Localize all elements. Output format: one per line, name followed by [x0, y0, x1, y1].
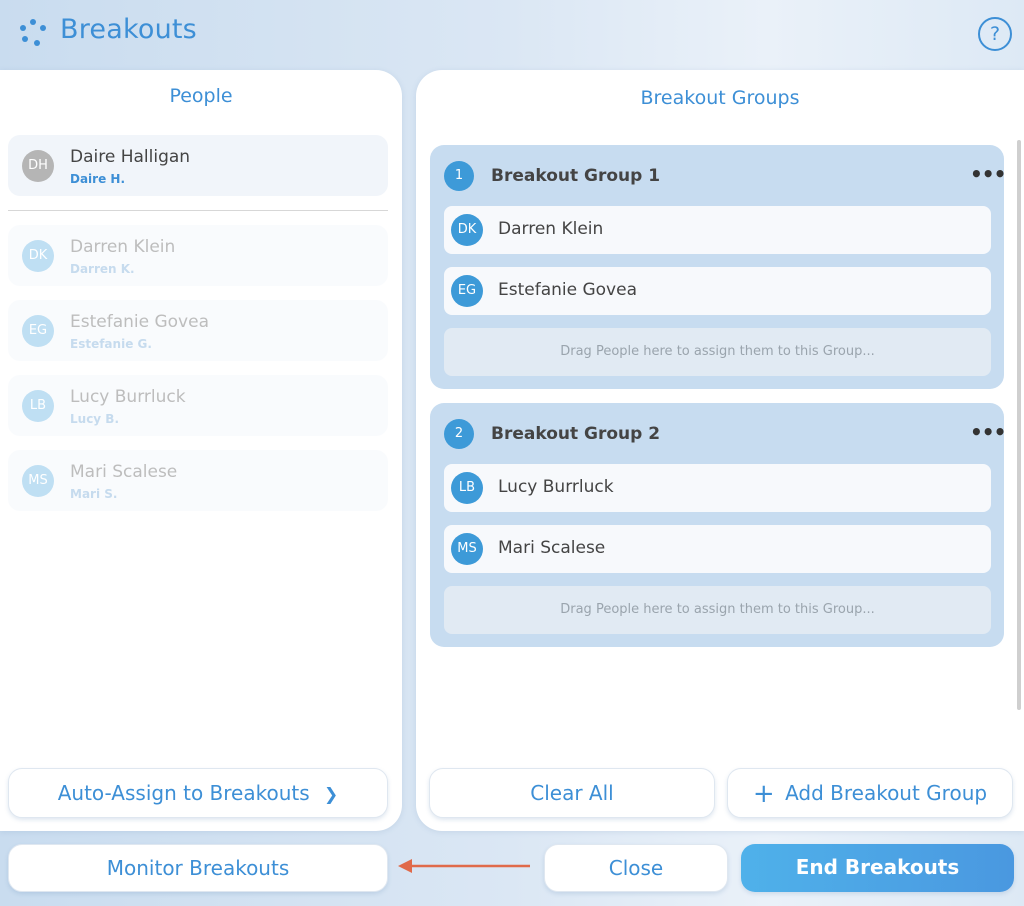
people-panel: People DH Daire Halligan Daire H. DK Dar…: [0, 70, 402, 831]
avatar: DK: [451, 214, 483, 246]
arrow-pointer-icon: [398, 859, 530, 873]
avatar: DK: [22, 240, 54, 272]
people-panel-title: People: [169, 85, 233, 107]
more-options-icon[interactable]: •••: [970, 164, 1006, 184]
group-member[interactable]: DK Darren Klein: [444, 206, 991, 254]
person-short-name: Estefanie G.: [70, 337, 152, 351]
group-title: Breakout Group 1: [491, 166, 661, 186]
breakout-group-1: 1 Breakout Group 1 ••• DK Darren Klein E…: [430, 145, 1006, 389]
person-name: Estefanie Govea: [70, 312, 209, 332]
member-name: Darren Klein: [498, 219, 604, 239]
groups-panel-title: Breakout Groups: [640, 87, 800, 109]
avatar: MS: [22, 465, 54, 497]
people-divider: [8, 210, 388, 211]
app-title: Breakouts: [60, 14, 197, 45]
monitor-breakouts-button[interactable]: Monitor Breakouts: [8, 844, 388, 892]
group-member[interactable]: EG Estefanie Govea: [444, 267, 991, 315]
person-short-name: Darren K.: [70, 262, 135, 276]
member-name: Estefanie Govea: [498, 280, 637, 300]
breakouts-logo-icon: [20, 19, 48, 47]
add-breakout-group-label: Add Breakout Group: [785, 781, 988, 805]
groups-scrollbar[interactable]: [1017, 140, 1021, 710]
person-card-darren-klein[interactable]: DK Darren Klein Darren K.: [8, 225, 388, 286]
group-drop-zone[interactable]: Drag People here to assign them to this …: [444, 328, 991, 376]
avatar: MS: [451, 533, 483, 565]
person-short-name: Daire H.: [70, 172, 126, 186]
auto-assign-label: Auto-Assign to Breakouts: [57, 781, 310, 805]
avatar: LB: [451, 472, 483, 504]
person-name: Daire Halligan: [70, 147, 191, 167]
person-card-mari-scalese[interactable]: MS Mari Scalese Mari S.: [8, 450, 388, 511]
more-options-icon[interactable]: •••: [970, 422, 1006, 442]
person-card-estefanie-govea[interactable]: EG Estefanie Govea Estefanie G.: [8, 300, 388, 361]
member-name: Lucy Burrluck: [498, 477, 614, 497]
avatar: DH: [22, 150, 54, 182]
person-card-daire-halligan[interactable]: DH Daire Halligan Daire H.: [8, 135, 388, 196]
person-name: Mari Scalese: [70, 462, 178, 482]
group-number-badge: 2: [444, 419, 474, 449]
plus-icon: +: [752, 779, 775, 809]
app-header: Breakouts ?: [0, 0, 1024, 68]
avatar: LB: [22, 390, 54, 422]
close-button[interactable]: Close: [544, 844, 728, 892]
auto-assign-button[interactable]: Auto-Assign to Breakouts ❯: [8, 768, 388, 818]
group-member[interactable]: LB Lucy Burrluck: [444, 464, 991, 512]
member-name: Mari Scalese: [498, 538, 606, 558]
person-name: Darren Klein: [70, 237, 176, 257]
add-breakout-group-button[interactable]: + Add Breakout Group: [727, 768, 1013, 818]
chevron-right-icon: ❯: [324, 785, 339, 805]
person-name: Lucy Burrluck: [70, 387, 186, 407]
help-icon[interactable]: ?: [978, 17, 1012, 51]
breakout-group-2: 2 Breakout Group 2 ••• LB Lucy Burrluck …: [430, 403, 1006, 647]
group-member[interactable]: MS Mari Scalese: [444, 525, 991, 573]
end-breakouts-button[interactable]: End Breakouts: [741, 844, 1014, 892]
avatar: EG: [451, 275, 483, 307]
clear-all-button[interactable]: Clear All: [429, 768, 715, 818]
person-short-name: Mari S.: [70, 487, 118, 501]
group-title: Breakout Group 2: [491, 424, 661, 444]
avatar: EG: [22, 315, 54, 347]
person-card-lucy-burrluck[interactable]: LB Lucy Burrluck Lucy B.: [8, 375, 388, 436]
group-number-badge: 1: [444, 161, 474, 191]
person-short-name: Lucy B.: [70, 412, 120, 426]
breakout-groups-panel: Breakout Groups 1 Breakout Group 1 ••• D…: [416, 70, 1024, 831]
group-drop-zone[interactable]: Drag People here to assign them to this …: [444, 586, 991, 634]
